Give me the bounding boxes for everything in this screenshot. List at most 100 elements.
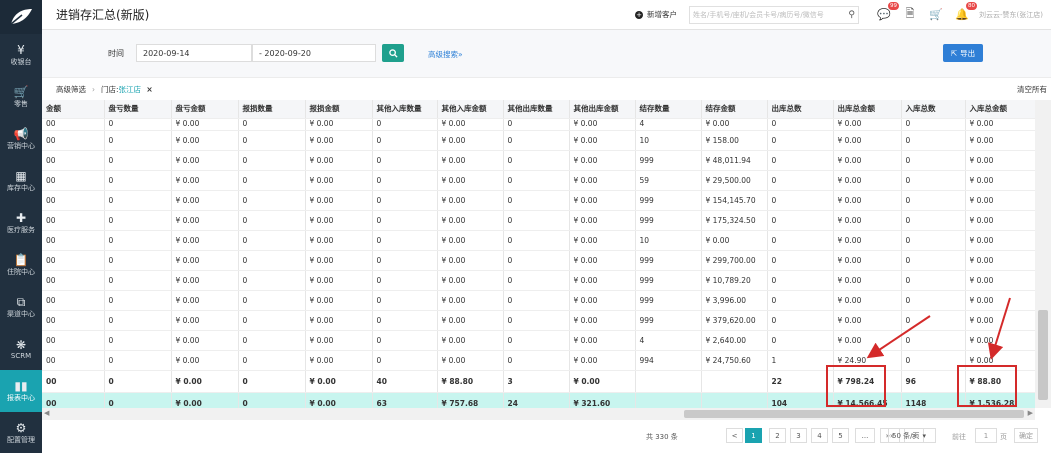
column-header[interactable]: 盘亏金额 [171,100,239,119]
task-icon[interactable]: 🗎 [902,7,918,23]
chat-icon[interactable]: 💬 99 [876,1,899,23]
column-header[interactable]: 出库总数 [767,100,834,119]
column-header[interactable]: 其他入库金额 [437,100,504,119]
table-cell: 0 [238,170,306,191]
column-header[interactable]: 入库总数 [901,100,966,119]
table-cell: ¥ 0.00 [965,250,1035,271]
new-customer-button[interactable]: + 新增客户 [635,9,677,20]
table-row[interactable]: 00 0 ¥ 0.00 0 ¥ 0.00 0 ¥ 0.00 0 ¥ 0.00 59 ¥ 29,500… [42,170,1035,191]
export-button[interactable]: ⇱ 导出 [943,44,983,62]
column-header[interactable]: 金额 [42,100,105,119]
table-cell: ¥ 0.00 [569,230,636,251]
sidebar-item-4[interactable]: ✚ 医疗服务 [0,202,42,244]
medkit-icon: ✚ [15,211,27,225]
clear-all-filters[interactable]: 清空所有 [1017,84,1047,95]
column-header[interactable]: 入库总金额 [965,100,1035,119]
column-header[interactable]: 结存数量 [635,100,702,119]
search-button[interactable] [382,44,404,62]
table-body: 00 0 ¥ 0.00 0 ¥ 0.00 0 ¥ 0.00 0 ¥ 0.00 4 ¥ 0.00 0 ¥ … [42,118,1035,408]
sidebar-item-5[interactable]: 📋 住院中心 [0,244,42,286]
table-row[interactable]: 00 0 ¥ 0.00 0 ¥ 0.00 0 ¥ 0.00 0 ¥ 0.00 994 ¥ 24,75… [42,350,1035,371]
column-header[interactable]: 其他出库数量 [503,100,570,119]
sidebar-item-9[interactable]: ⚙ 配置管理 [0,412,42,453]
table-row[interactable]: 00 0 ¥ 0.00 0 ¥ 0.00 0 ¥ 0.00 0 ¥ 0.00 999 ¥ 10,78… [42,270,1035,291]
global-search-input[interactable]: 姓名/手机号/座机/会员卡号/病历号/微信号 ⚲ [689,5,859,24]
page-button[interactable]: 5 [832,428,849,443]
goto-confirm-button[interactable]: 确定 [1014,428,1038,443]
page-button[interactable]: 1 [745,428,762,443]
table-cell: ¥ 0.00 [701,118,768,131]
table-cell: ¥ 379,620.00 [701,310,768,331]
table-sum-row[interactable]: 00 0 ¥ 0.00 0 ¥ 0.00 40 ¥ 88.80 3 ¥ 0.00 22 ¥ 798.… [42,370,1035,393]
table-cell: ¥ 0.00 [305,210,373,231]
vertical-scrollbar[interactable] [1035,100,1051,408]
table-cell: ¥ 0.00 [171,150,239,171]
sidebar-item-6[interactable]: ⧉ 渠道中心 [0,286,42,328]
table-cell: 999 [635,310,702,331]
vertical-scroll-thumb[interactable] [1038,310,1048,400]
prev-page-button[interactable]: < [726,428,743,443]
horizontal-scrollbar[interactable]: ◀ ▶ [42,408,1035,420]
table-row[interactable]: 00 0 ¥ 0.00 0 ¥ 0.00 0 ¥ 0.00 0 ¥ 0.00 999 ¥ 48,01… [42,150,1035,171]
sidebar-item-3[interactable]: ▦ 库存中心 [0,160,42,202]
column-header[interactable]: 出库总金额 [833,100,902,119]
table-cell: 00 [42,170,105,191]
page-size-select[interactable]: 50 条/页 ▾ [888,428,936,443]
sidebar-item-label: 收银台 [10,58,32,66]
table-cell: 0 [901,330,966,351]
table-row[interactable]: 00 0 ¥ 0.00 0 ¥ 0.00 0 ¥ 0.00 0 ¥ 0.00 999 ¥ 3,996… [42,290,1035,311]
table-cell: 00 [42,210,105,231]
end-date-input[interactable]: - 2020-09-20 [252,44,376,62]
close-icon[interactable]: × [146,85,152,94]
sidebar-item-1[interactable]: 🛒 零售 [0,76,42,118]
column-header[interactable]: 报损金额 [305,100,373,119]
column-header[interactable]: 盘亏数量 [104,100,172,119]
table-cell: 1 [767,350,834,371]
user-menu[interactable]: 刘云云-赞东(张江店) [979,10,1043,20]
column-header[interactable]: 其他出库金额 [569,100,636,119]
sidebar-item-0[interactable]: ¥ 收银台 [0,34,42,76]
table-cell: 00 [42,350,105,371]
table-cell: 0 [901,230,966,251]
column-header[interactable]: 结存金额 [701,100,768,119]
table-row[interactable]: 00 0 ¥ 0.00 0 ¥ 0.00 0 ¥ 0.00 0 ¥ 0.00 10 ¥ 158.00… [42,130,1035,151]
column-header[interactable]: 报损数量 [238,100,306,119]
table-cell: 0 [901,150,966,171]
table-row[interactable]: 00 0 ¥ 0.00 0 ¥ 0.00 0 ¥ 0.00 0 ¥ 0.00 999 ¥ 175,3… [42,210,1035,231]
goto-page-input[interactable]: 1 [975,428,997,443]
table-row[interactable]: 00 0 ¥ 0.00 0 ¥ 0.00 0 ¥ 0.00 0 ¥ 0.00 999 ¥ 299,7… [42,250,1035,271]
table-row[interactable]: 00 0 ¥ 0.00 0 ¥ 0.00 0 ¥ 0.00 0 ¥ 0.00 999 ¥ 154,1… [42,190,1035,211]
table-row[interactable]: 00 0 ¥ 0.00 0 ¥ 0.00 0 ¥ 0.00 0 ¥ 0.00 4 ¥ 0.00 0 ¥ … [42,118,1035,131]
start-date-input[interactable]: 2020-09-14 [136,44,252,62]
table-cell: 0 [104,150,172,171]
column-header[interactable]: 其他入库数量 [372,100,438,119]
table-cell: 0 [901,290,966,311]
brand-logo[interactable] [0,0,42,34]
cart-icon[interactable]: 🛒 [928,7,944,23]
page-button[interactable]: 2 [769,428,786,443]
table-row[interactable]: 00 0 ¥ 0.00 0 ¥ 0.00 0 ¥ 0.00 0 ¥ 0.00 4 ¥ 2,640.0… [42,330,1035,351]
sidebar-item-7[interactable]: ❋ SCRM [0,328,42,370]
page-button[interactable]: 4 [811,428,828,443]
horizontal-scroll-thumb[interactable] [684,410,1024,418]
search-icon[interactable]: ⚲ [848,10,855,20]
table-cell: ¥ 0.00 [305,370,373,393]
bell-icon[interactable]: 🔔 80 [954,1,977,23]
pagination: 共 330 条 <1 2 3 4 5...»» > 50 条/页 ▾ 前往 1 页 确定 [42,421,1051,453]
table-total-row[interactable]: 00 0 ¥ 0.00 0 ¥ 0.00 63 ¥ 757.68 24 ¥ 321.60 104 ¥… [42,392,1035,408]
table-row[interactable]: 00 0 ¥ 0.00 0 ¥ 0.00 0 ¥ 0.00 0 ¥ 0.00 10 ¥ 0.00 0 ¥… [42,230,1035,251]
scroll-right-arrow-icon[interactable]: ▶ [1028,409,1033,417]
advanced-search-link[interactable]: 高级搜索» [428,49,463,60]
table-cell: 0 [104,250,172,271]
sidebar-item-2[interactable]: 📢 营销中心 [0,118,42,160]
table-cell: 0 [767,170,834,191]
scroll-left-arrow-icon[interactable]: ◀ [44,409,49,417]
table-row[interactable]: 00 0 ¥ 0.00 0 ¥ 0.00 0 ¥ 0.00 0 ¥ 0.00 999 ¥ 379,6… [42,310,1035,331]
table-cell: ¥ 0.00 [833,250,902,271]
page-button[interactable]: 3 [790,428,807,443]
table-cell: 0 [372,150,438,171]
sidebar-item-8[interactable]: ▮▮ 报表中心 [0,370,42,412]
table-cell: ¥ 0.00 [965,330,1035,351]
table-cell: 0 [372,350,438,371]
page-button[interactable]: ... [855,428,875,443]
